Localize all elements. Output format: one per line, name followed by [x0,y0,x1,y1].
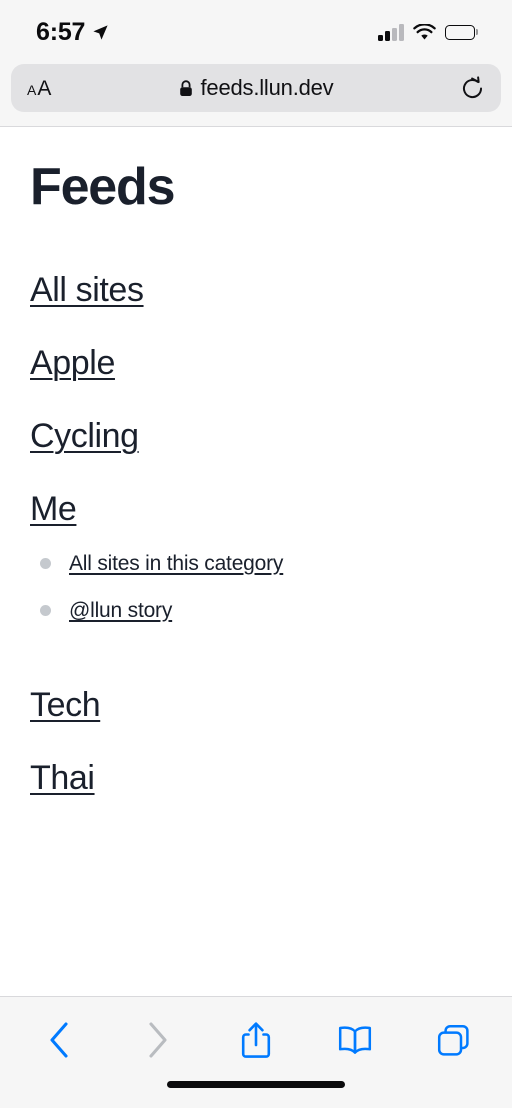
text-size-small-a: A [27,81,37,98]
chevron-left-icon [50,1022,68,1058]
cellular-signal-icon [378,23,404,41]
lock-icon [179,79,192,96]
feed-link-tech[interactable]: Tech [30,685,101,725]
feed-category-group-me: Me All sites in this category @llun stor… [30,489,482,634]
chevron-right-icon [148,1022,167,1058]
bullet-icon [40,604,51,616]
ios-status-bar: 6:57 [0,0,512,64]
bullet-icon [40,557,51,569]
status-bar-right [378,23,478,41]
list-item: @llun story [30,587,482,634]
sublink-all-sites-in-this-category[interactable]: All sites in this category [69,551,283,576]
page-title: Feeds [30,158,175,216]
home-indicator[interactable] [167,1081,345,1088]
feed-link-apple[interactable]: Apple [30,343,115,383]
feed-link-thai[interactable]: Thai [30,758,95,798]
list-item: All sites in this category [30,540,482,587]
browser-toolbar-bottom [0,996,512,1108]
book-icon [338,1026,371,1054]
tabs-button[interactable] [426,1016,480,1064]
browser-chrome-top: A A feeds.llun.dev [0,64,512,127]
feed-category-row: Thai [30,758,482,831]
safari-browser-window: 6:57 A A feeds.llun.dev Feeds All sites … [0,0,512,1108]
text-size-large-a: A [37,76,52,100]
me-sublist: All sites in this category @llun story [30,540,482,634]
web-page-content: Feeds All sites Apple Cycling Me All sit… [0,127,512,996]
status-bar-left: 6:57 [36,17,109,46]
home-indicator-area [0,1069,512,1108]
feed-category-row: All sites [30,270,482,343]
feed-category-row: Tech [30,685,482,758]
feed-category-list: All sites Apple Cycling Me All sites in … [30,270,482,831]
feed-category-row: Cycling [30,416,482,489]
share-icon [241,1022,271,1058]
feed-link-cycling[interactable]: Cycling [30,416,139,456]
address-bar[interactable]: A A feeds.llun.dev [11,64,501,112]
wifi-icon [412,23,436,39]
feed-category-row: Apple [30,343,482,416]
back-button[interactable] [32,1016,86,1064]
reload-icon [462,75,483,98]
feed-link-me[interactable]: Me [30,489,77,529]
url-display: feeds.llun.dev [11,77,501,99]
location-arrow-icon [93,24,108,40]
status-bar-clock: 6:57 [36,17,86,46]
tabs-icon [437,1024,469,1056]
battery-icon [444,24,478,40]
share-button[interactable] [229,1016,283,1064]
text-size-button[interactable]: A A [27,78,51,99]
url-text: feeds.llun.dev [200,75,334,100]
forward-button[interactable] [131,1016,185,1064]
reload-button[interactable] [460,75,485,101]
sublink-llun-story[interactable]: @llun story [69,598,172,623]
bookmarks-button[interactable] [328,1016,382,1064]
feed-link-all-sites[interactable]: All sites [30,270,144,310]
toolbar-icon-row [0,997,512,1069]
